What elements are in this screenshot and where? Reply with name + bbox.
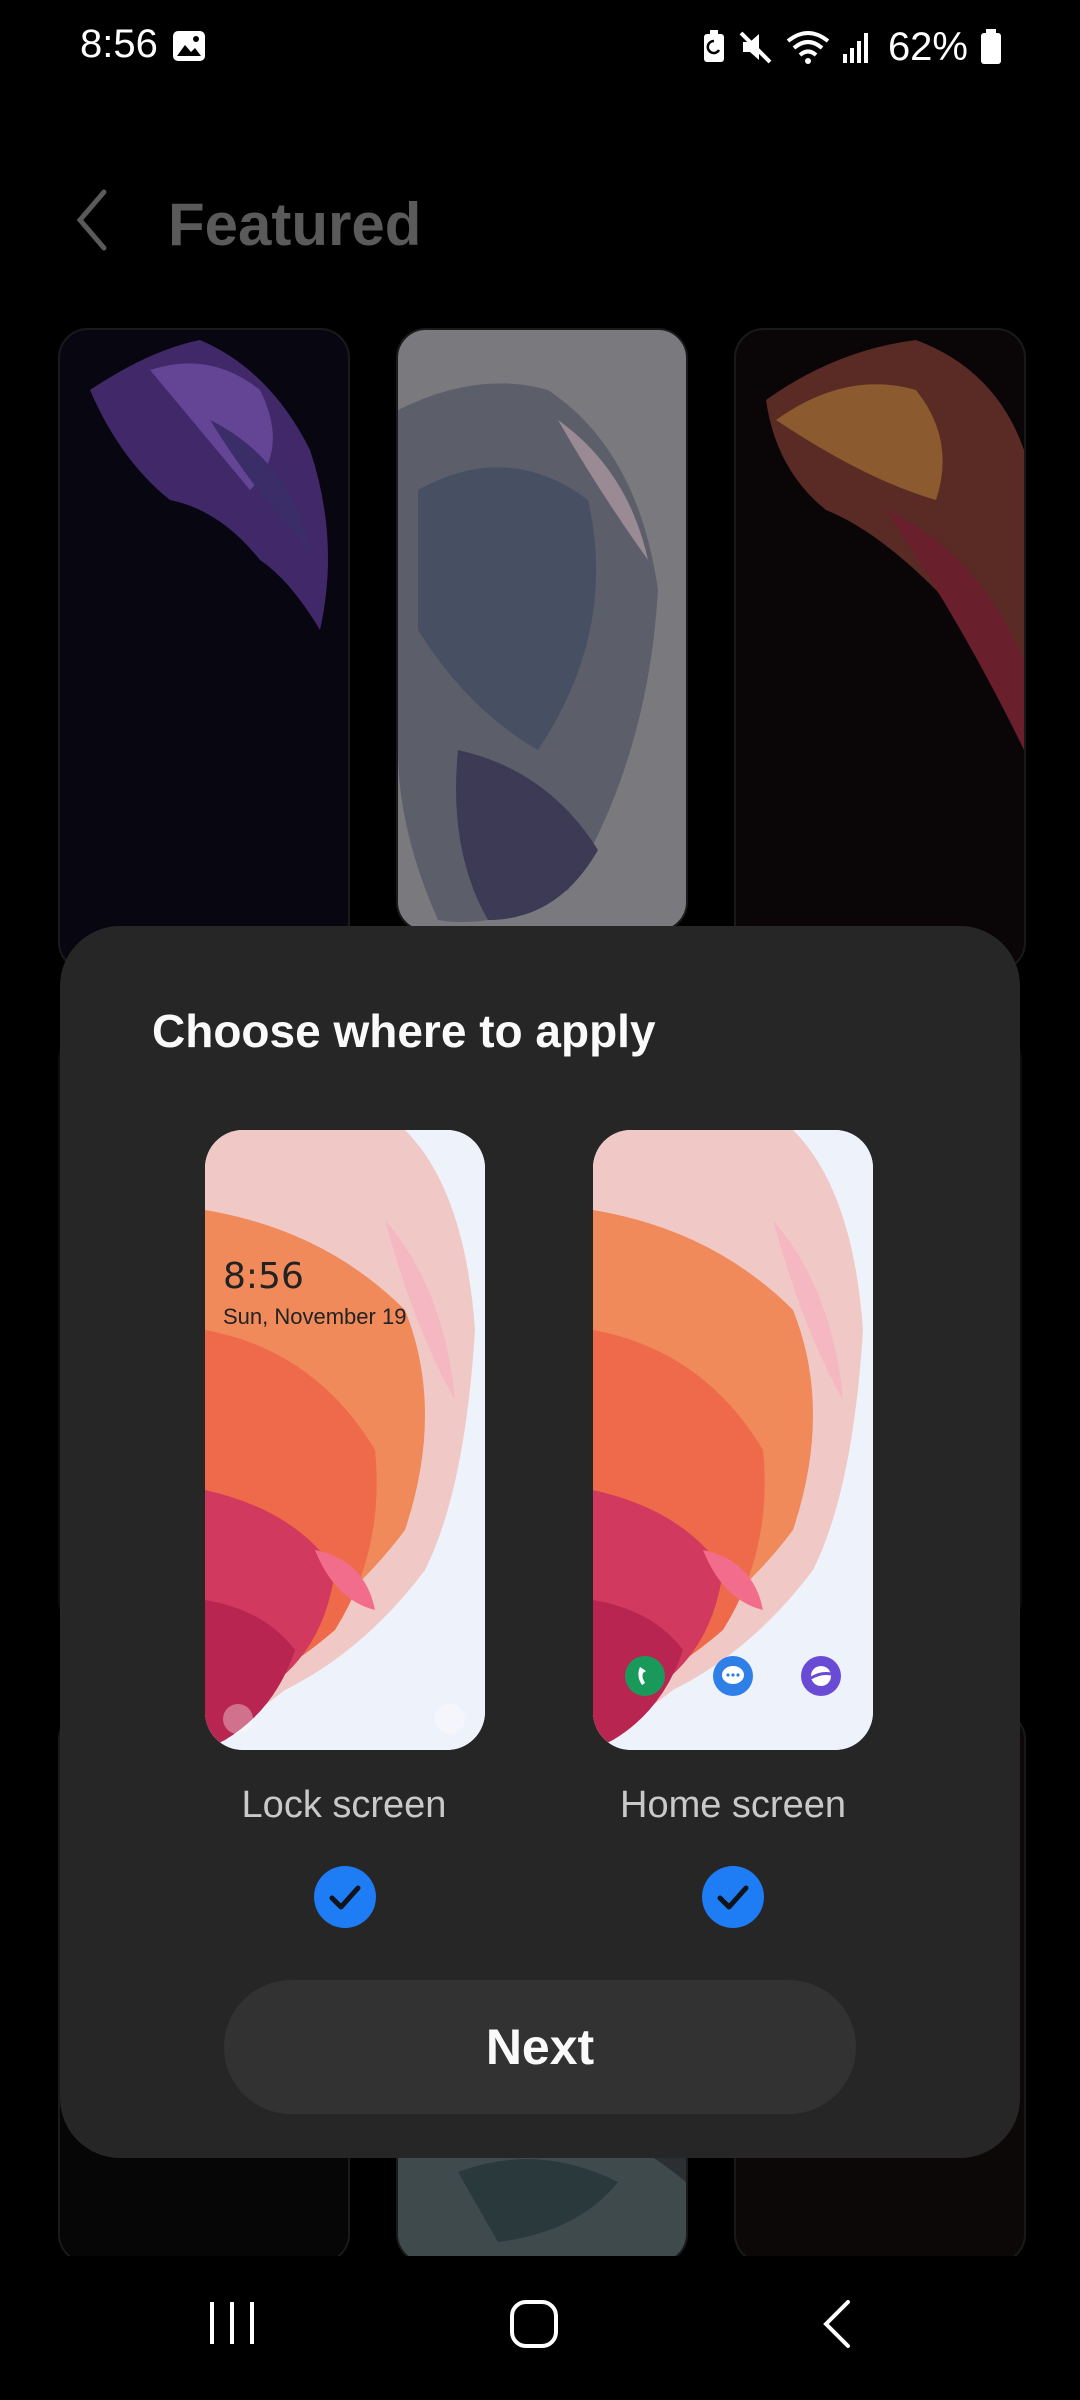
next-button[interactable]: Next (224, 1980, 856, 2114)
dialog-title: Choose where to apply (152, 1005, 656, 1057)
page-title: Featured (168, 191, 422, 258)
phone-shortcut-icon (223, 1704, 253, 1734)
header: Featured (0, 150, 1080, 290)
lock-screen-preview[interactable]: 8:56 Sun, November 19 (205, 1130, 485, 1750)
apply-dialog: Choose where to apply 8:56 Sun, November… (60, 926, 1020, 2158)
gallery-icon (173, 31, 205, 61)
status-icons: 62% (702, 22, 1002, 72)
lock-screen-label: Lock screen (241, 1784, 447, 1826)
status-bar: 8:56 62% (0, 0, 1080, 96)
wallpaper-thumbnail[interactable] (734, 328, 1026, 972)
lock-screen-time: 8:56 (223, 1256, 304, 1297)
lock-screen-checkbox[interactable] (314, 1866, 376, 1928)
navigation-bar (0, 2256, 1080, 2400)
wallpaper-thumbnail[interactable] (58, 328, 350, 972)
recent-apps-icon[interactable] (206, 2298, 258, 2348)
mute-icon (739, 31, 772, 64)
home-screen-checkbox[interactable] (702, 1866, 764, 1928)
camera-shortcut-icon (435, 1704, 465, 1734)
back-nav-icon[interactable] (820, 2298, 856, 2350)
home-icon[interactable] (508, 2298, 560, 2350)
home-screen-preview[interactable] (593, 1130, 873, 1750)
messages-app-icon (713, 1656, 753, 1696)
status-time: 8:56 (80, 22, 158, 66)
home-screen-label: Home screen (620, 1784, 846, 1826)
internet-app-icon (801, 1656, 841, 1696)
wallpaper-thumbnail[interactable] (396, 328, 688, 932)
back-icon[interactable] (72, 188, 112, 252)
signal-icon (842, 33, 868, 63)
battery-percentage: 62% (887, 24, 968, 69)
battery-icon (981, 29, 1001, 64)
lock-screen-date: Sun, November 19 (223, 1304, 407, 1329)
battery-saver-icon (703, 30, 724, 62)
wifi-icon (786, 31, 830, 64)
phone-app-icon (625, 1656, 665, 1696)
